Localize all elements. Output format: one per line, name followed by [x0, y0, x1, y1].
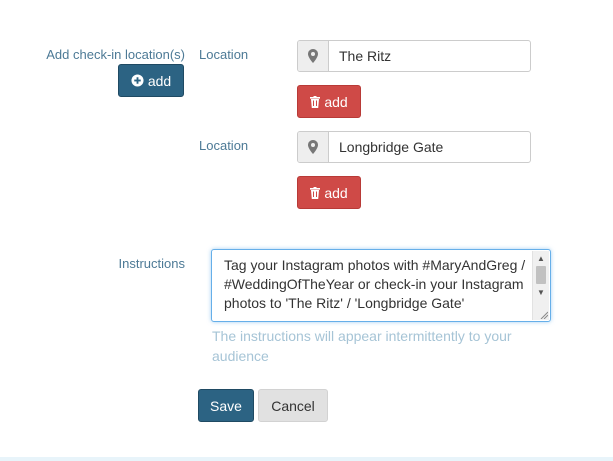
remove-location-button-label: add — [324, 93, 348, 110]
add-location-button-label: add — [147, 72, 172, 89]
location-input-group — [297, 131, 531, 163]
plus-circle-icon — [131, 74, 144, 87]
trash-icon — [310, 95, 321, 108]
scroll-up-icon[interactable]: ▲ — [533, 251, 549, 265]
remove-location-button[interactable]: add — [297, 85, 361, 118]
map-marker-icon — [298, 41, 329, 71]
instructions-text[interactable]: Tag your Instagram photos with #MaryAndG… — [224, 256, 529, 313]
map-marker-icon — [298, 132, 329, 162]
remove-location-button-label: add — [324, 184, 348, 201]
cancel-button[interactable]: Cancel — [258, 389, 328, 422]
location-input-group — [297, 40, 531, 72]
location-input[interactable] — [329, 132, 530, 162]
remove-location-button[interactable]: add — [297, 176, 361, 209]
scroll-down-icon[interactable]: ▼ — [533, 285, 549, 299]
instructions-help-text: The instructions will appear intermitten… — [212, 328, 512, 364]
checkin-section-label: Add check-in location(s) — [46, 47, 185, 62]
instructions-textarea[interactable]: Tag your Instagram photos with #MaryAndG… — [211, 249, 551, 322]
location-label: Location — [199, 138, 249, 153]
textarea-scrollbar[interactable]: ▲ ▼ — [532, 251, 549, 320]
instructions-label: Instructions — [118, 256, 185, 271]
location-label: Location — [199, 47, 249, 62]
location-input[interactable] — [329, 41, 530, 71]
scroll-thumb[interactable] — [536, 266, 546, 284]
trash-icon — [310, 186, 321, 199]
add-location-button[interactable]: add — [118, 64, 184, 97]
resize-grip-icon[interactable] — [540, 311, 548, 319]
footer-divider — [0, 457, 613, 461]
save-button[interactable]: Save — [198, 389, 254, 422]
